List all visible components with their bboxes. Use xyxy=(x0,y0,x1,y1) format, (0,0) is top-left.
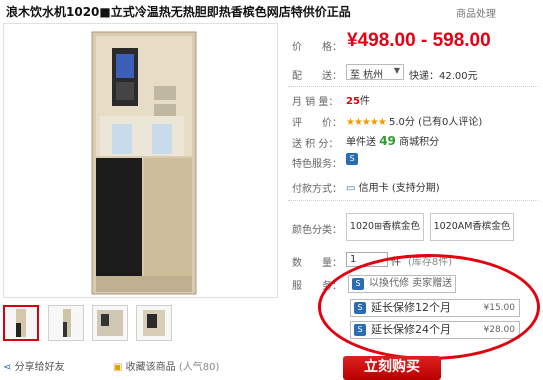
thumbnail-2[interactable] xyxy=(48,305,84,341)
points: 单件送 49 商城积分 xyxy=(346,133,439,148)
buy-now-button[interactable]: 立刻购买 xyxy=(343,356,441,380)
favorite-text: 收藏该商品 xyxy=(125,362,176,373)
color-option-1[interactable]: 1020⊞香槟金色 xyxy=(346,213,424,241)
divider xyxy=(288,86,538,87)
quantity-label: 数 量： xyxy=(292,258,342,269)
payment-method: ▭ 信用卡 (支持分期) xyxy=(346,179,440,194)
thumbnail-1[interactable] xyxy=(3,305,39,341)
star-rating-icon: ★★★★★ xyxy=(346,117,387,128)
service-badge-icon[interactable]: S xyxy=(346,153,358,165)
points-prefix: 单件送 xyxy=(346,137,376,148)
price-label: 价 格： xyxy=(292,42,342,53)
payment-label: 付款方式： xyxy=(292,184,342,195)
thumbnail-4[interactable] xyxy=(136,305,172,341)
favorite-count: (人气80) xyxy=(178,362,220,373)
main-product-image xyxy=(3,23,278,298)
product-title: 浪木饮水机1020■立式冷温热无热胆即热香槟色网店特供价正品 xyxy=(6,5,351,19)
share-link[interactable]: ⋖ 分享给好友 xyxy=(3,358,65,373)
highlight-ellipse xyxy=(318,254,540,360)
color-option-2[interactable]: 1020AM香槟金色 xyxy=(430,213,514,241)
chevron-down-icon: ▼ xyxy=(393,66,400,75)
delivery-region-value: 至 杭州 xyxy=(350,70,384,81)
monthly-sales-unit: 件 xyxy=(359,96,370,107)
monthly-sales-value: 25 xyxy=(346,96,360,107)
delivery-region-select[interactable]: 至 杭州 ▼ xyxy=(346,64,404,81)
special-service-label: 特色服务： xyxy=(292,159,342,170)
favorite-link[interactable]: ▣ 收藏该商品 (人气80) xyxy=(113,358,219,373)
divider xyxy=(288,200,538,201)
points-value: 49 xyxy=(379,134,396,148)
shipping-fee: 快递：42.00元 xyxy=(409,71,478,82)
water-dispenser-image xyxy=(91,31,197,295)
price-range: ¥498.00 - 598.00 xyxy=(347,30,491,51)
payment-text: 信用卡 (支持分期) xyxy=(358,183,440,194)
product-handle-link[interactable]: 商品处理 xyxy=(456,5,496,20)
credit-card-icon: ▭ xyxy=(346,183,356,194)
monthly-sales-label: 月 销 量： xyxy=(292,97,339,108)
delivery-label: 配 送： xyxy=(292,71,342,82)
monthly-sales: 25件 xyxy=(346,92,370,107)
rating-text[interactable]: 5.0分 (已有0人评论) xyxy=(389,117,482,128)
share-icon: ⋖ xyxy=(3,362,12,373)
thumbnail-3[interactable] xyxy=(92,305,128,341)
share-text: 分享给好友 xyxy=(14,362,65,373)
rating-label: 评 价： xyxy=(292,118,342,129)
folder-star-icon: ▣ xyxy=(113,362,123,373)
points-suffix: 商城积分 xyxy=(399,137,440,148)
color-label: 颜色分类： xyxy=(292,225,342,236)
rating: ★★★★★ 5.0分 (已有0人评论) xyxy=(346,113,482,128)
points-label: 送 积 分： xyxy=(292,139,339,150)
